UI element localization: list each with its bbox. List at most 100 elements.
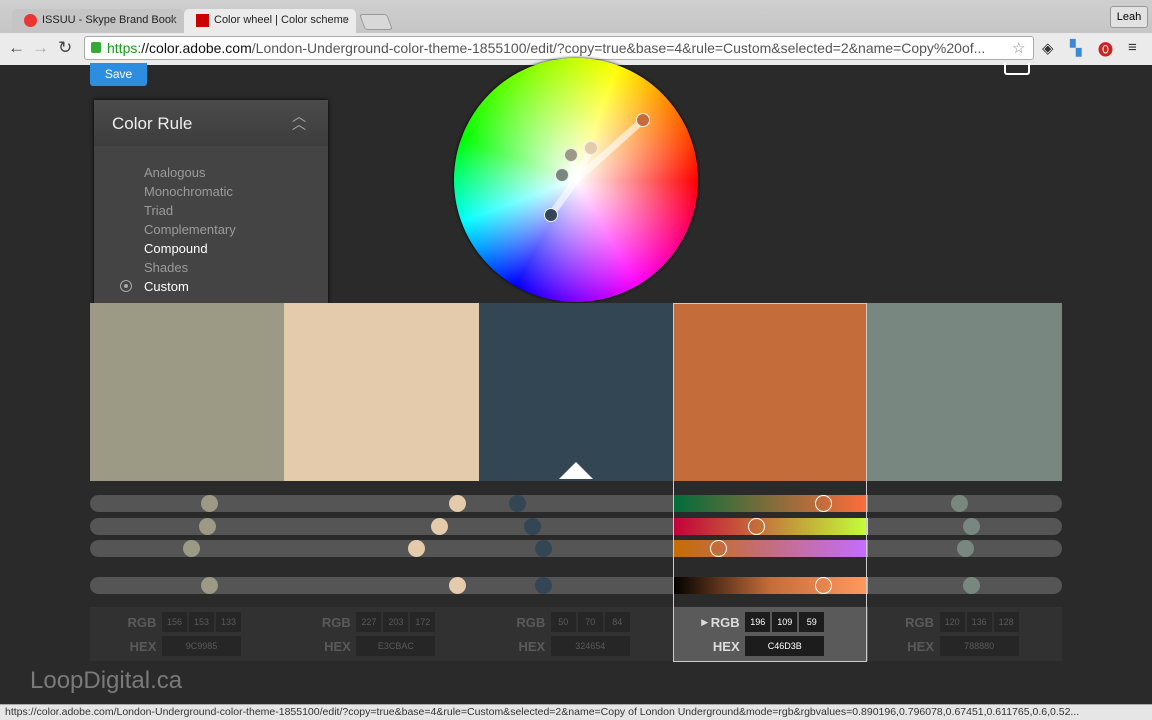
color-rule-compound[interactable]: Compound (144, 241, 208, 256)
rgb-b-field[interactable]: 128 (993, 612, 1019, 632)
slider-knob-color-1[interactable] (200, 495, 218, 512)
rgb-label: RGB (710, 615, 740, 630)
status-bar-url: https://color.adobe.com/London-Undergrou… (0, 704, 1152, 720)
slider-knob-color-2[interactable] (449, 577, 467, 594)
color-values-5: RGB HEX 120 136 128 788880 (868, 607, 1062, 661)
rgb-label: RGB (516, 615, 546, 630)
slider-knob-color-4[interactable] (814, 495, 832, 512)
color-swatch-1[interactable] (90, 303, 285, 481)
slider-knob-color-1[interactable] (200, 577, 218, 594)
wheel-marker-color-1[interactable] (564, 148, 578, 162)
wheel-marker-color-4[interactable] (636, 113, 650, 127)
rgb-b-field[interactable]: 133 (216, 612, 241, 632)
rgb-r-field[interactable]: 120 (939, 612, 965, 632)
close-tab-icon[interactable]: × (342, 14, 348, 26)
rgb-b-field[interactable]: 59 (799, 612, 825, 632)
hex-field[interactable]: 9C9985 (162, 636, 241, 656)
slider-knob-color-1[interactable] (183, 540, 201, 557)
camera-icon[interactable] (1004, 63, 1030, 75)
collapse-chevron-icon[interactable]: ︿ ︿ (292, 109, 306, 131)
slider-knob-color-1[interactable] (198, 518, 216, 535)
user-profile-button[interactable]: Leah (1110, 6, 1148, 28)
rgb-r-field[interactable]: 227 (356, 612, 382, 632)
rgb-g-field[interactable]: 70 (577, 612, 603, 632)
color-values-2: RGB HEX 227 203 172 E3CBAC (284, 607, 478, 661)
hex-field[interactable]: C46D3B (745, 636, 825, 656)
slider-knob-color-3[interactable] (524, 518, 542, 535)
slider-knob-color-3[interactable] (534, 540, 552, 557)
color-rule-header[interactable]: Color Rule ︿ ︿ (94, 100, 328, 146)
address-bar[interactable]: https://color.adobe.com/London-Undergrou… (84, 36, 1034, 60)
slider-knob-color-5[interactable] (957, 540, 975, 557)
color-rule-shades[interactable]: Shades (144, 260, 188, 275)
expand-triangle-icon[interactable]: ▶ (701, 617, 708, 628)
selected-slider-gradient (673, 540, 868, 557)
color-rule-analogous[interactable]: Analogous (144, 165, 205, 180)
hex-label: HEX (907, 639, 935, 654)
rgb-r-field[interactable]: 196 (745, 612, 771, 632)
slider-knob-color-2[interactable] (449, 495, 467, 512)
slider-knob-color-2[interactable] (431, 518, 449, 535)
rgb-r-field[interactable]: 50 (550, 612, 576, 632)
color-swatch-3[interactable] (478, 303, 674, 481)
green-slider-track[interactable] (90, 518, 1062, 535)
color-values-1: RGB HEX 156 153 133 9C9985 (90, 607, 284, 661)
color-swatch-5[interactable] (867, 303, 1063, 481)
rgb-g-field[interactable]: 203 (383, 612, 409, 632)
color-rule-panel: Color Rule ︿ ︿ Analogous Monochromatic Triad… (94, 100, 328, 312)
close-tab-icon[interactable]: × (170, 14, 176, 26)
wheel-marker-color-2[interactable] (584, 141, 598, 155)
rgb-b-field[interactable]: 172 (410, 612, 436, 632)
slider-knob-color-4[interactable] (814, 577, 832, 594)
rgb-b-field[interactable]: 84 (604, 612, 630, 632)
selected-slider-gradient (673, 577, 868, 594)
wheel-marker-color-3[interactable] (544, 208, 558, 222)
reload-icon[interactable]: ↻ (58, 38, 72, 58)
color-rule-monochromatic[interactable]: Monochromatic (144, 184, 233, 199)
color-rule-custom[interactable]: Custom (144, 279, 189, 294)
rgb-g-field[interactable]: 153 (189, 612, 214, 632)
brightness-slider-track[interactable] (90, 577, 1062, 594)
pinterest-icon[interactable]: ⓿ (1098, 39, 1113, 60)
rgb-g-field[interactable]: 109 (772, 612, 798, 632)
red-slider-track[interactable] (90, 495, 1062, 512)
layers-extension-icon[interactable]: ◈ (1042, 39, 1054, 57)
slider-knob-color-5[interactable] (951, 495, 969, 512)
color-swatch-2[interactable] (284, 303, 479, 481)
slider-knob-color-5[interactable] (963, 518, 981, 535)
delicious-extension-icon[interactable]: ▚ (1070, 39, 1082, 57)
color-rule-complementary[interactable]: Complementary (144, 222, 236, 237)
bookmark-star-icon[interactable]: ☆ (1012, 39, 1025, 57)
watermark: LoopDigital.ca (30, 667, 183, 694)
tab-issuu[interactable]: ISSUU - Skype Brand Book × (12, 9, 184, 33)
slider-knob-color-2[interactable] (407, 540, 425, 557)
wheel-marker-color-5[interactable] (555, 168, 569, 182)
color-values-4: ▶ RGB HEX 196 109 59 C46D3B (673, 607, 868, 661)
tab-color-wheel[interactable]: Color wheel | Color scheme × (184, 9, 356, 33)
hex-field[interactable]: 324654 (550, 636, 630, 656)
hex-field[interactable]: E3CBAC (356, 636, 436, 656)
back-icon[interactable]: ← (8, 38, 25, 58)
slider-knob-color-3[interactable] (534, 577, 552, 594)
adobe-icon (196, 14, 209, 27)
forward-icon[interactable]: → (32, 38, 49, 58)
color-wheel[interactable] (454, 58, 698, 302)
blue-slider-track[interactable] (90, 540, 1062, 557)
new-tab-button[interactable] (359, 14, 393, 30)
base-color-indicator (559, 462, 593, 479)
slider-knob-color-3[interactable] (508, 495, 526, 512)
radio-selected-icon (120, 280, 132, 292)
wheel-connectors (547, 116, 647, 219)
hex-label: HEX (712, 639, 740, 654)
save-button[interactable]: Save (90, 63, 147, 86)
hex-field[interactable]: 788880 (939, 636, 1019, 656)
menu-icon[interactable]: ≡ (1128, 39, 1137, 56)
color-rule-triad[interactable]: Triad (144, 203, 173, 218)
rgb-r-field[interactable]: 156 (162, 612, 187, 632)
rgb-label: RGB (321, 615, 351, 630)
slider-knob-color-5[interactable] (963, 577, 981, 594)
rgb-g-field[interactable]: 136 (966, 612, 992, 632)
rgb-label: RGB (127, 615, 157, 630)
hex-label: HEX (518, 639, 546, 654)
color-swatch-4[interactable] (673, 303, 868, 481)
